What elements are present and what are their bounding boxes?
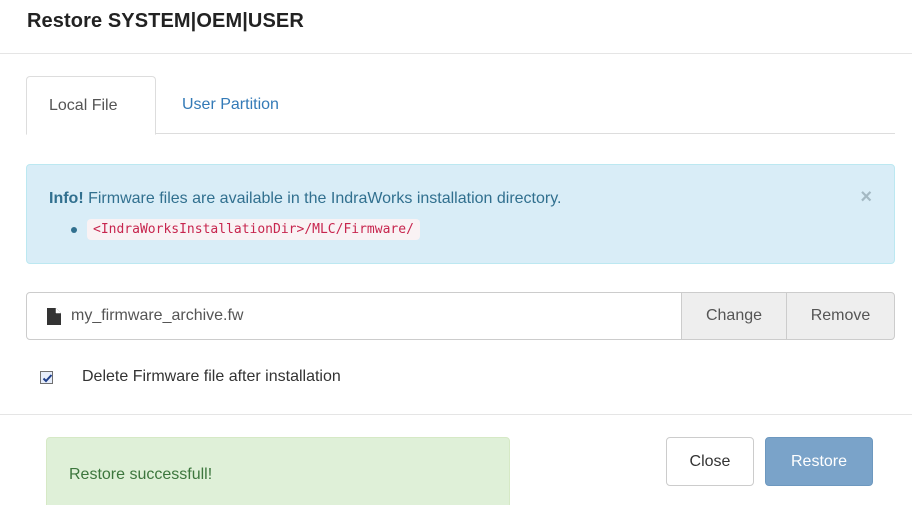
- restore-button[interactable]: Restore: [765, 437, 873, 486]
- file-display[interactable]: my_firmware_archive.fw: [26, 292, 682, 340]
- close-icon[interactable]: ×: [860, 187, 872, 207]
- success-alert: Restore successfull!: [46, 437, 510, 505]
- info-alert-message: Firmware files are available in the Indr…: [83, 190, 562, 207]
- file-name: my_firmware_archive.fw: [71, 307, 244, 324]
- delete-file-checkbox[interactable]: [40, 370, 53, 384]
- tab-bar: Local File User Partition: [26, 76, 895, 135]
- firmware-path-list: <IndraWorksInstallationDir>/MLC/Firmware…: [71, 219, 420, 240]
- checkmark-icon: [42, 373, 53, 382]
- footer-divider: [0, 414, 912, 415]
- delete-file-option: Delete Firmware file after installation: [40, 368, 341, 386]
- firmware-path: <IndraWorksInstallationDir>/MLC/Firmware…: [87, 219, 420, 240]
- tab-local-file[interactable]: Local File: [26, 76, 156, 135]
- bullet-icon: [71, 226, 77, 233]
- success-message: Restore successfull!: [69, 466, 213, 483]
- dialog-title: Restore SYSTEM|OEM|USER: [27, 10, 304, 32]
- close-button[interactable]: Close: [666, 437, 754, 486]
- info-alert-text: Info! Firmware files are available in th…: [49, 190, 561, 208]
- file-input-group: my_firmware_archive.fw Change Remove: [26, 292, 895, 340]
- file-icon: [47, 307, 61, 325]
- tab-user-partition[interactable]: User Partition: [160, 76, 301, 134]
- change-button[interactable]: Change: [681, 292, 787, 340]
- info-alert: Info! Firmware files are available in th…: [26, 164, 895, 264]
- delete-file-label: Delete Firmware file after installation: [82, 368, 341, 385]
- info-alert-strong: Info!: [49, 190, 84, 207]
- remove-button[interactable]: Remove: [786, 292, 895, 340]
- modal-header: Restore SYSTEM|OEM|USER: [0, 0, 912, 54]
